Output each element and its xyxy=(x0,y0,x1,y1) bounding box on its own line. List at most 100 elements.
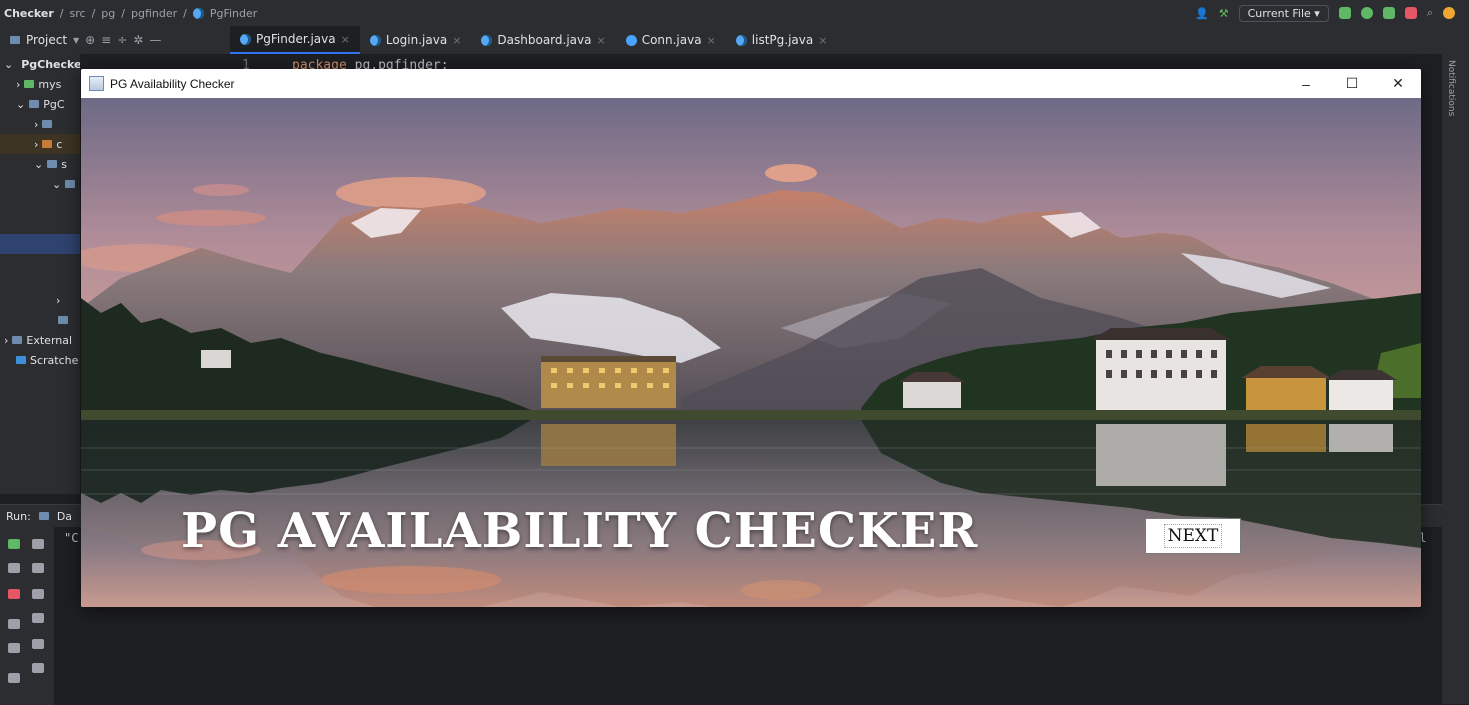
chevron-down-icon: ⌄ xyxy=(52,177,62,191)
search-icon[interactable]: ⌕ xyxy=(1427,6,1433,20)
update-icon[interactable] xyxy=(1443,7,1455,19)
java-app-icon xyxy=(89,76,104,91)
java-class-icon xyxy=(625,34,637,46)
folder-icon xyxy=(42,140,53,148)
folder-icon xyxy=(47,160,58,168)
trash-icon[interactable] xyxy=(32,663,44,673)
background-image: PG AVAILABILITY CHECKER NEXT xyxy=(81,98,1421,607)
library-icon xyxy=(24,80,35,88)
tree-item[interactable]: ⌄ s xyxy=(0,154,80,174)
java-class-icon xyxy=(481,34,493,46)
soft-wrap-icon[interactable] xyxy=(32,589,44,599)
right-tool-strip xyxy=(1442,26,1469,704)
tab-pgfinder[interactable]: PgFinder.java × xyxy=(230,26,360,54)
tree-item[interactable] xyxy=(0,310,80,330)
minimize-button[interactable]: – xyxy=(1283,69,1329,98)
tree-item[interactable]: ⌄ PgC xyxy=(0,94,80,114)
collapse-icon[interactable]: ≡ xyxy=(101,33,111,47)
camera-icon[interactable] xyxy=(8,619,20,629)
tab-listpg[interactable]: listPg.java × xyxy=(726,26,838,54)
next-button[interactable]: NEXT xyxy=(1145,518,1241,554)
app-window: PG Availability Checker – ☐ ✕ PG AVAILAB… xyxy=(81,69,1421,607)
breadcrumb-project[interactable]: Checker xyxy=(4,7,54,20)
run-toolbar xyxy=(0,527,54,705)
maximize-button[interactable]: ☐ xyxy=(1329,69,1375,98)
tab-conn[interactable]: Conn.java × xyxy=(616,26,726,54)
close-icon[interactable]: × xyxy=(818,34,827,47)
file-icon xyxy=(58,316,68,324)
tab-login[interactable]: Login.java × xyxy=(360,26,472,54)
ide-topbar: Checker / src / pg / pgfinder / PgFinder 👤 ⚒… xyxy=(0,0,1469,26)
chevron-down-icon: ⌄ xyxy=(4,57,14,71)
chevron-right-icon: › xyxy=(34,137,39,151)
chevron-right-icon: › xyxy=(34,117,39,131)
library-icon xyxy=(12,336,23,344)
stop-icon[interactable] xyxy=(8,589,20,599)
java-class-icon xyxy=(240,33,251,45)
debug-icon[interactable] xyxy=(1360,7,1373,19)
java-class-icon xyxy=(192,7,204,19)
window-title: PG Availability Checker xyxy=(110,76,235,91)
tree-item[interactable]: › xyxy=(0,114,80,134)
close-icon[interactable]: × xyxy=(596,34,605,47)
gear-icon[interactable]: ✲ xyxy=(133,33,143,47)
tree-item-project[interactable]: ⌄PgChecker xyxy=(0,54,80,74)
tree-item[interactable]: ⌄ xyxy=(0,174,80,194)
close-icon[interactable]: × xyxy=(341,33,350,46)
close-button[interactable]: ✕ xyxy=(1375,69,1421,98)
tree-item[interactable]: › mys xyxy=(0,74,80,94)
tree-item[interactable]: › xyxy=(0,290,80,310)
tree-item-external-libraries[interactable]: › External xyxy=(0,330,80,350)
breadcrumb-pg[interactable]: pg xyxy=(101,7,115,20)
breadcrumb-src[interactable]: src xyxy=(70,7,86,20)
stop-icon[interactable] xyxy=(1404,7,1417,19)
close-icon[interactable]: × xyxy=(707,34,716,47)
expand-icon[interactable]: ÷ xyxy=(117,33,127,47)
folder-icon xyxy=(42,120,53,128)
layout-icon[interactable] xyxy=(8,673,20,683)
scroll-end-icon[interactable] xyxy=(32,613,44,623)
window-titlebar[interactable]: PG Availability Checker – ☐ ✕ xyxy=(81,69,1421,98)
java-class-icon xyxy=(369,34,381,46)
user-icon[interactable]: 👤 xyxy=(1195,7,1209,20)
chevron-down-icon: ⌄ xyxy=(34,157,44,171)
chevron-right-icon: › xyxy=(4,333,9,347)
arrow-down-icon[interactable] xyxy=(32,563,44,573)
project-tool-header[interactable]: Project ▾ ⊕ ≡ ÷ ✲ — xyxy=(0,33,230,47)
chevron-right-icon: › xyxy=(56,293,61,307)
wrench-icon[interactable] xyxy=(8,563,20,573)
rerun-icon[interactable] xyxy=(8,539,20,549)
package-icon xyxy=(65,180,76,188)
hide-icon[interactable]: — xyxy=(149,33,161,47)
build-hammer-icon[interactable]: ⚒ xyxy=(1219,7,1229,20)
arrow-up-icon[interactable] xyxy=(32,539,44,549)
chevron-right-icon: › xyxy=(16,77,21,91)
scratch-icon xyxy=(16,356,26,364)
chevron-down-icon: ⌄ xyxy=(16,97,26,111)
editor-tabs-bar: Project ▾ ⊕ ≡ ÷ ✲ — PgFinder.java × Logi… xyxy=(0,26,1469,55)
breadcrumb: Checker / src / pg / pgfinder / PgFinder xyxy=(4,6,258,20)
tab-dashboard[interactable]: Dashboard.java × xyxy=(471,26,615,54)
breadcrumb-pgfinder[interactable]: pgfinder xyxy=(131,7,177,20)
app-heading: PG AVAILABILITY CHECKER xyxy=(181,503,979,559)
project-tree: ⌄PgChecker ›mys ⌄PgC › ›c ⌄s ⌄ › ›Extern… xyxy=(0,54,80,494)
tree-item-scratches[interactable]: Scratche xyxy=(0,350,80,370)
coverage-icon[interactable] xyxy=(1382,7,1395,19)
java-class-icon xyxy=(735,34,747,46)
exit-icon[interactable] xyxy=(8,643,20,653)
breadcrumb-class[interactable]: PgFinder xyxy=(210,7,257,20)
project-icon xyxy=(10,36,20,44)
run-tab[interactable]: Da xyxy=(57,510,72,523)
folder-icon xyxy=(29,100,40,108)
notifications-tab[interactable]: Notifications xyxy=(1446,60,1456,116)
run-config-dropdown[interactable]: Current File ▾ xyxy=(1238,4,1329,22)
tree-item[interactable]: › c xyxy=(0,134,80,154)
console-output: "C xyxy=(64,531,79,545)
chevron-down-icon[interactable]: ▾ xyxy=(73,33,79,47)
tree-item-selected[interactable] xyxy=(0,234,80,254)
close-icon[interactable]: × xyxy=(452,34,461,47)
locate-icon[interactable]: ⊕ xyxy=(85,33,95,47)
run-tab-icon xyxy=(38,512,49,520)
print-icon[interactable] xyxy=(32,639,44,649)
run-icon[interactable] xyxy=(1338,7,1351,19)
